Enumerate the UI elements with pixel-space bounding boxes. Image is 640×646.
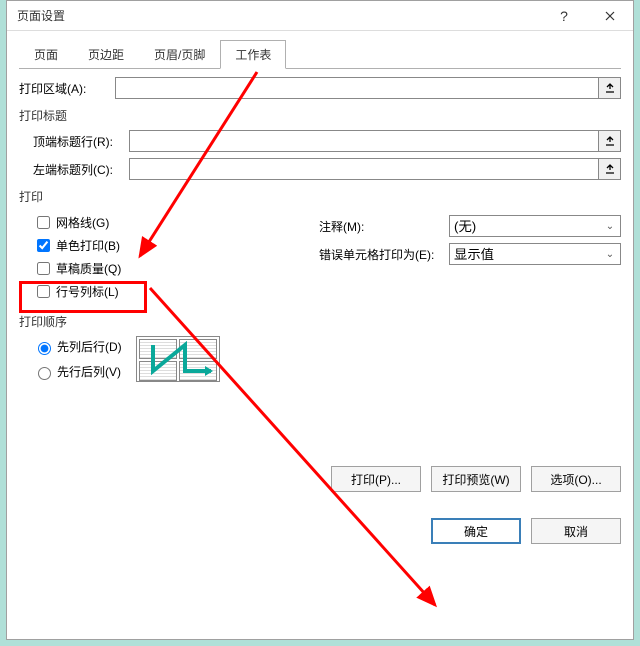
comments-select[interactable]: (无) bbox=[449, 215, 621, 237]
black-white-checkbox[interactable] bbox=[37, 239, 50, 252]
tab-sheet[interactable]: 工作表 bbox=[220, 40, 286, 69]
close-icon bbox=[605, 11, 615, 21]
row-col-headings-checkbox[interactable] bbox=[37, 285, 50, 298]
draft-label: 草稿质量(Q) bbox=[56, 260, 121, 277]
gridlines-checkbox[interactable] bbox=[37, 216, 50, 229]
cols-repeat-input[interactable] bbox=[129, 158, 599, 180]
print-area-input[interactable] bbox=[115, 77, 599, 99]
titlebar: 页面设置 ? bbox=[7, 1, 633, 31]
dialog-title: 页面设置 bbox=[7, 7, 65, 24]
print-area-row: 打印区域(A): bbox=[19, 77, 621, 99]
rows-repeat-input[interactable] bbox=[129, 130, 599, 152]
cell-errors-label: 错误单元格打印为(E): bbox=[319, 246, 449, 263]
draft-checkbox[interactable] bbox=[37, 262, 50, 275]
help-button[interactable]: ? bbox=[541, 1, 587, 31]
over-then-down-radio[interactable] bbox=[38, 367, 51, 380]
dialog-content: 页面 页边距 页眉/页脚 工作表 打印区域(A): 打印标题 顶端标题行(R): bbox=[7, 31, 633, 639]
collapse-dialog-icon bbox=[604, 163, 616, 175]
print-area-label: 打印区域(A): bbox=[19, 80, 115, 97]
cols-repeat-label: 左端标题列(C): bbox=[33, 161, 129, 178]
black-white-row: 单色打印(B) bbox=[33, 236, 309, 255]
cancel-button[interactable]: 取消 bbox=[531, 518, 621, 544]
comments-row: 注释(M): (无) ⌄ bbox=[319, 215, 621, 237]
down-then-over-radio[interactable] bbox=[38, 342, 51, 355]
page-order-label: 打印顺序 bbox=[19, 313, 621, 330]
gridlines-label: 网格线(G) bbox=[56, 214, 109, 231]
rows-repeat-range-button[interactable] bbox=[599, 130, 621, 152]
tab-margins[interactable]: 页边距 bbox=[73, 40, 139, 69]
tab-page[interactable]: 页面 bbox=[19, 40, 73, 69]
tab-header-footer[interactable]: 页眉/页脚 bbox=[139, 40, 220, 69]
black-white-label: 单色打印(B) bbox=[56, 237, 120, 254]
cols-repeat-range-button[interactable] bbox=[599, 158, 621, 180]
close-button[interactable] bbox=[587, 1, 633, 31]
collapse-dialog-icon bbox=[604, 82, 616, 94]
cell-errors-row: 错误单元格打印为(E): 显示值 ⌄ bbox=[319, 243, 621, 265]
cell-errors-select[interactable]: 显示值 bbox=[449, 243, 621, 265]
over-then-down-label: 先行后列(V) bbox=[57, 363, 121, 380]
rows-repeat-row: 顶端标题行(R): bbox=[33, 130, 621, 152]
page-order-block: 先列后行(D) 先行后列(V) bbox=[19, 334, 621, 384]
down-then-over-row: 先列后行(D) bbox=[33, 338, 122, 355]
print-button[interactable]: 打印(P)... bbox=[331, 466, 421, 492]
gridlines-row: 网格线(G) bbox=[33, 213, 309, 232]
cols-repeat-row: 左端标题列(C): bbox=[33, 158, 621, 180]
action-buttons: 打印(P)... 打印预览(W) 选项(O)... bbox=[19, 466, 621, 492]
down-then-over-label: 先列后行(D) bbox=[57, 338, 122, 355]
over-then-down-row: 先行后列(V) bbox=[33, 363, 122, 380]
print-titles-label: 打印标题 bbox=[19, 107, 621, 124]
page-setup-dialog: 页面设置 ? 页面 页边距 页眉/页脚 工作表 打印区域(A): 打印标题 bbox=[6, 0, 634, 640]
ok-button[interactable]: 确定 bbox=[431, 518, 521, 544]
collapse-dialog-icon bbox=[604, 135, 616, 147]
options-button[interactable]: 选项(O)... bbox=[531, 466, 621, 492]
print-area-range-button[interactable] bbox=[599, 77, 621, 99]
print-preview-button[interactable]: 打印预览(W) bbox=[431, 466, 521, 492]
comments-label: 注释(M): bbox=[319, 218, 449, 235]
page-order-preview bbox=[136, 336, 220, 382]
row-col-headings-label: 行号列标(L) bbox=[56, 283, 119, 300]
rows-repeat-label: 顶端标题行(R): bbox=[33, 133, 129, 150]
print-section-label: 打印 bbox=[19, 188, 621, 205]
tab-strip: 页面 页边距 页眉/页脚 工作表 bbox=[19, 39, 621, 69]
row-col-headings-row: 行号列标(L) bbox=[33, 282, 309, 301]
draft-row: 草稿质量(Q) bbox=[33, 259, 309, 278]
dialog-buttons: 确定 取消 bbox=[19, 518, 621, 544]
